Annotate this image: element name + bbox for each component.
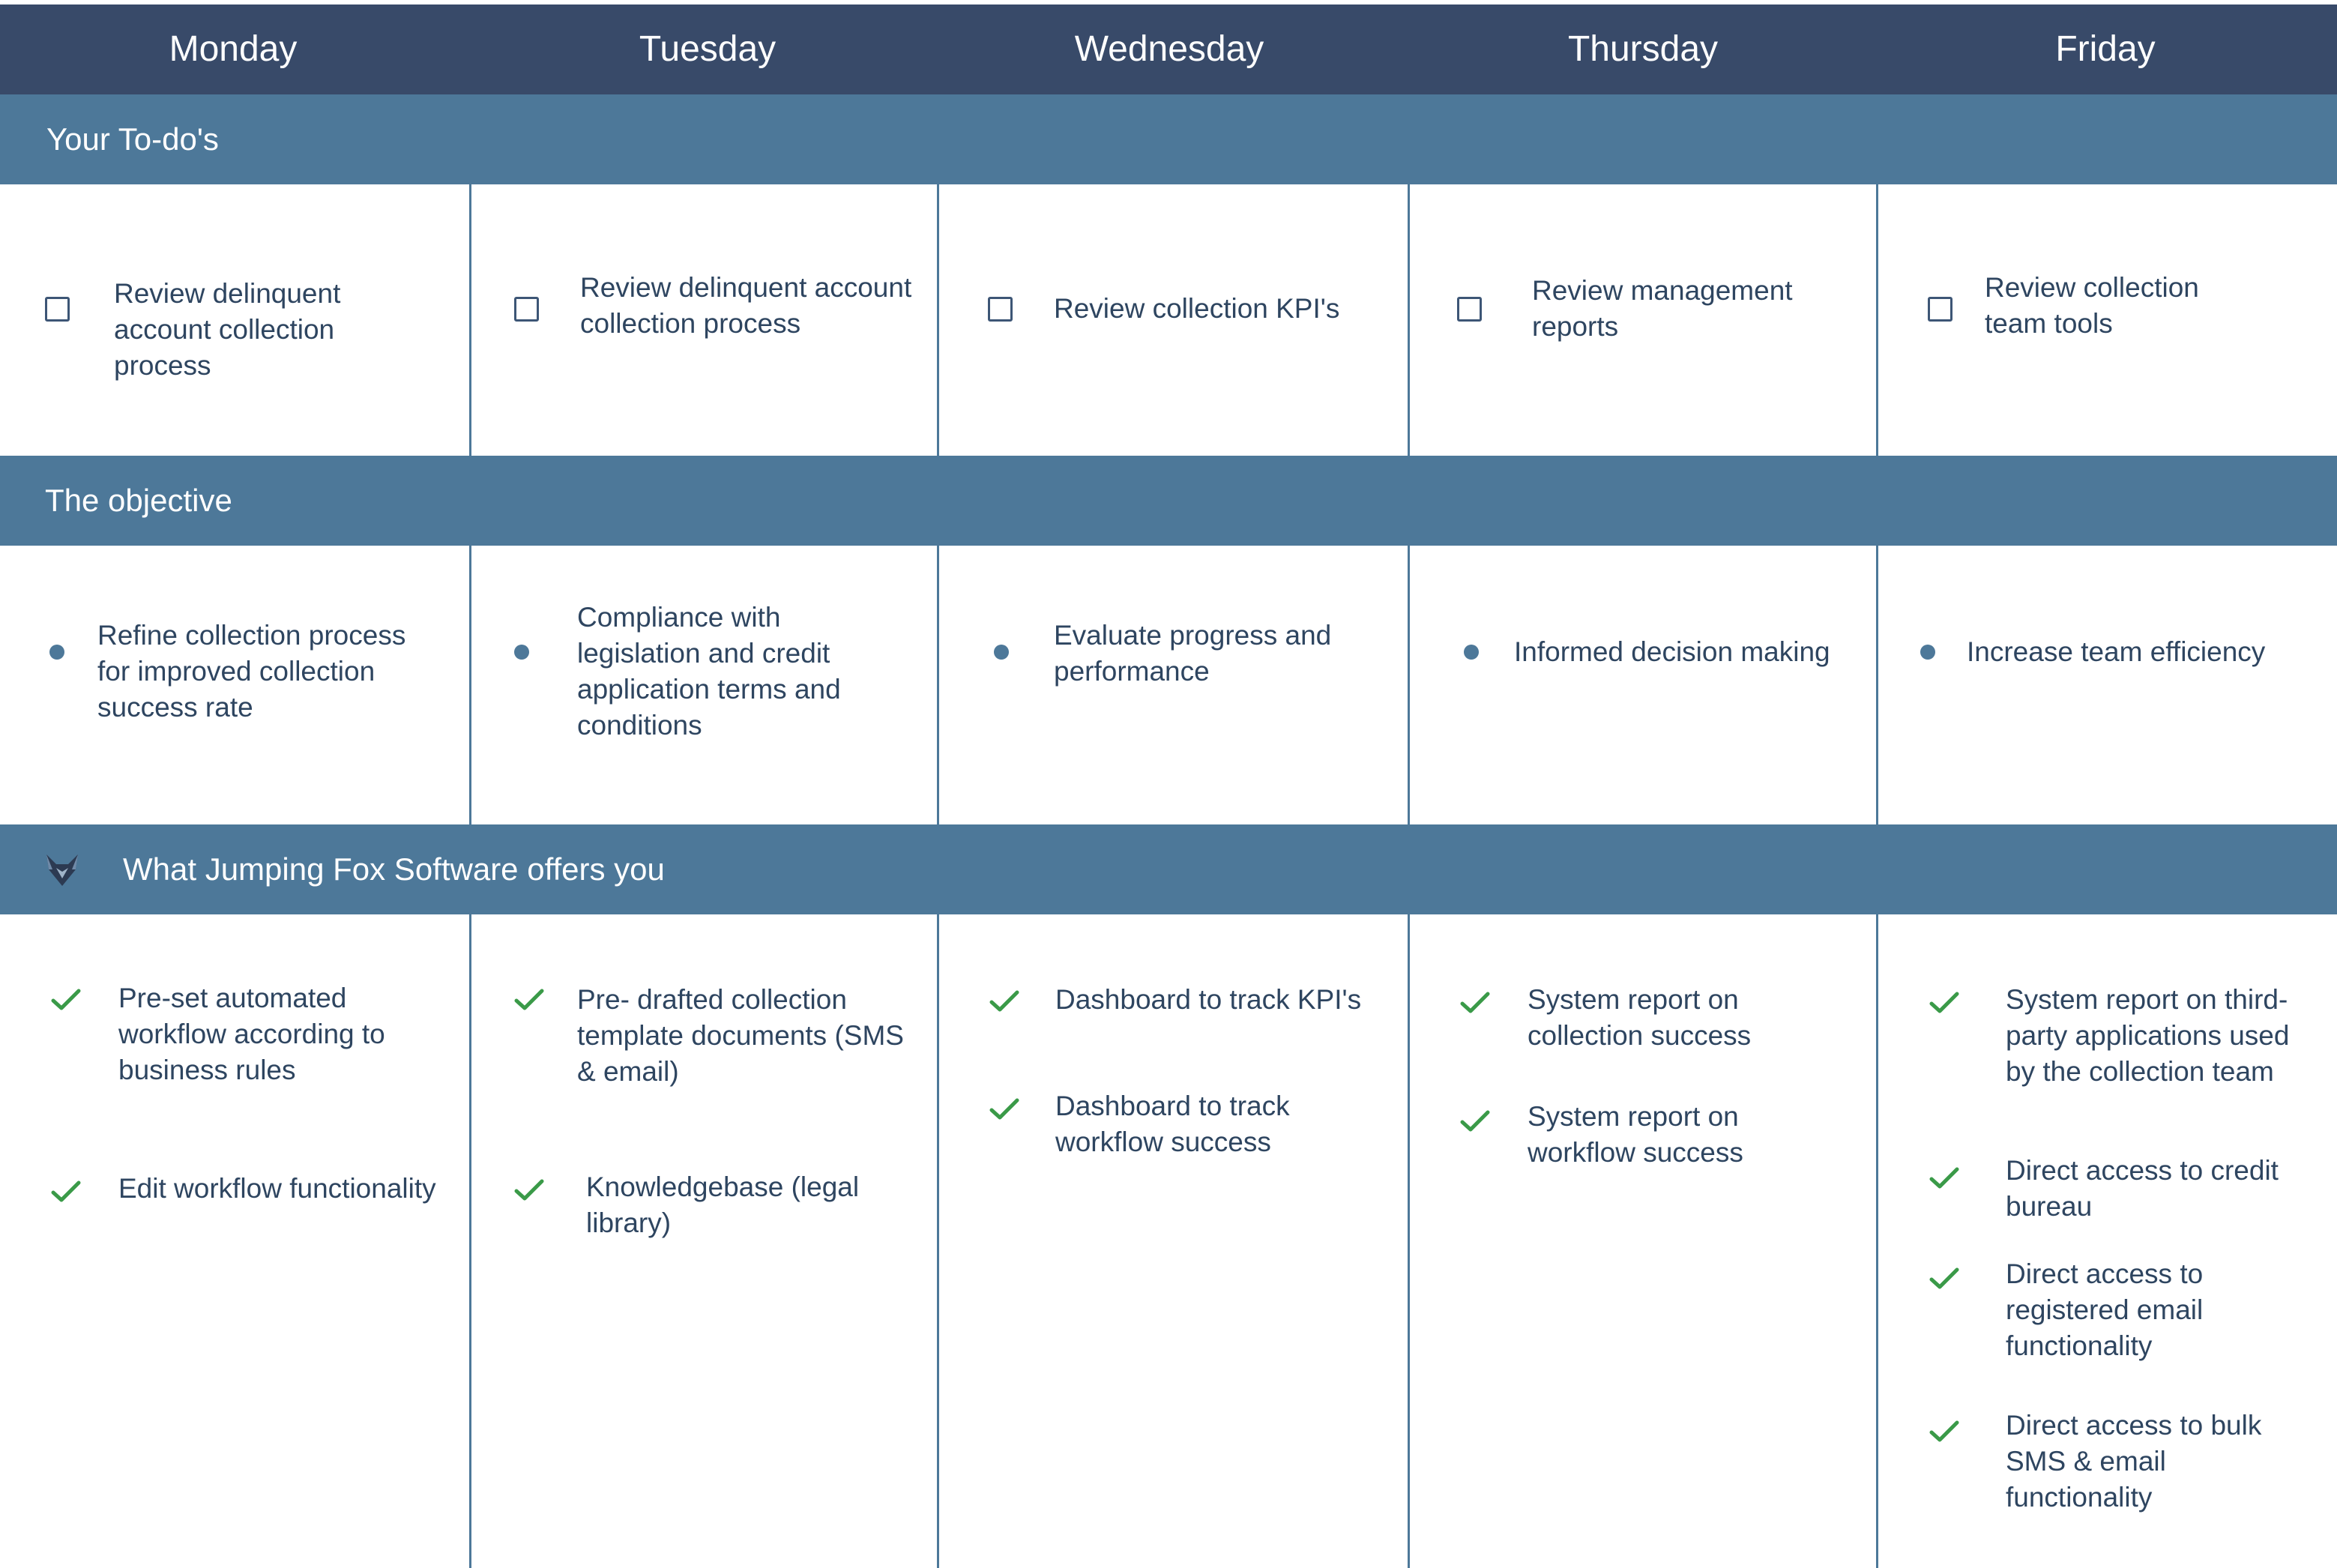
divider xyxy=(469,546,471,824)
bullet-icon xyxy=(1464,645,1479,660)
todo-checkbox-friday[interactable] xyxy=(1928,297,1952,322)
day-friday: Friday xyxy=(2055,29,2156,69)
objective-wednesday: Evaluate progress and performance xyxy=(1054,620,1332,687)
divider xyxy=(1408,914,1410,1568)
divider xyxy=(469,914,471,1568)
bullet-icon xyxy=(1920,645,1935,660)
offer-item: Dashboard to track workflow success xyxy=(1055,1091,1290,1157)
todo-tuesday: Review delinquent account collection pro… xyxy=(580,272,912,339)
todo-checkbox-thursday[interactable] xyxy=(1457,297,1482,322)
divider xyxy=(937,546,939,824)
section-title-offers: What Jumping Fox Software offers you xyxy=(123,851,665,887)
day-wednesday: Wednesday xyxy=(1074,29,1264,69)
checkmark-icon xyxy=(1460,992,1490,1013)
todo-thursday: Review management reports xyxy=(1532,275,1793,342)
checkmark-icon xyxy=(514,989,544,1010)
offer-item: Direct access to bulk SMS & email functi… xyxy=(2006,1410,2262,1513)
offer-item: Dashboard to track KPI's xyxy=(1055,984,1362,1015)
divider xyxy=(1876,914,1878,1568)
objective-monday: Refine collection process for improved c… xyxy=(97,620,406,723)
bullet-icon xyxy=(514,645,529,660)
offer-item: Knowledgebase (legal library) xyxy=(586,1172,860,1238)
checkmark-icon xyxy=(1929,1420,1959,1442)
offer-item: Direct access to registered email functi… xyxy=(2006,1258,2204,1361)
divider xyxy=(1408,184,1410,456)
divider xyxy=(937,184,939,456)
fox-logo-icon xyxy=(46,854,78,886)
section-title-objective: The objective xyxy=(45,483,232,518)
checkmark-icon xyxy=(1929,1167,1959,1189)
divider xyxy=(1876,184,1878,456)
section-title-todos: Your To-do's xyxy=(46,121,219,157)
todo-checkbox-tuesday[interactable] xyxy=(514,297,539,322)
todo-wednesday: Review collection KPI's xyxy=(1054,293,1340,324)
todo-checkbox-wednesday[interactable] xyxy=(988,297,1013,322)
offer-item: Pre-set automated workflow according to … xyxy=(118,983,385,1085)
divider xyxy=(469,184,471,456)
objective-friday: Increase team efficiency xyxy=(1967,636,2266,667)
offer-item: System report on third-party application… xyxy=(2006,984,2290,1087)
weekly-plan: Monday Tuesday Wednesday Thursday Friday… xyxy=(0,0,2337,1568)
bullet-icon xyxy=(49,645,64,660)
todo-checkbox-monday[interactable] xyxy=(45,297,70,322)
section-todos: Your To-do's xyxy=(0,94,2337,184)
checkmark-icon xyxy=(514,1179,544,1201)
offer-item: System report on collection success xyxy=(1528,984,1752,1051)
day-tuesday: Tuesday xyxy=(639,29,777,69)
section-offers: What Jumping Fox Software offers you xyxy=(0,824,2337,914)
day-header-bar: Monday Tuesday Wednesday Thursday Friday xyxy=(0,4,2337,94)
checkmark-icon xyxy=(1929,992,1959,1013)
checkmark-icon xyxy=(989,1098,1019,1120)
divider xyxy=(937,914,939,1568)
todo-monday: Review delinquent account collection pro… xyxy=(114,278,341,381)
objective-tuesday: Compliance with legislation and credit a… xyxy=(577,602,841,741)
objective-thursday: Informed decision making xyxy=(1514,636,1830,667)
checkmark-icon xyxy=(989,990,1019,1012)
day-monday: Monday xyxy=(169,29,298,69)
offer-item: Direct access to credit bureau xyxy=(2006,1155,2279,1222)
checkmark-icon xyxy=(1929,1267,1959,1289)
day-thursday: Thursday xyxy=(1567,29,1719,69)
bullet-icon xyxy=(994,645,1009,660)
divider xyxy=(1876,546,1878,824)
checkmark-icon xyxy=(51,989,81,1010)
divider xyxy=(1408,546,1410,824)
checkmark-icon xyxy=(51,1180,81,1202)
section-objective: The objective xyxy=(0,456,2337,546)
offer-item: Pre- drafted collection template documen… xyxy=(577,984,904,1087)
offer-item: Edit workflow functionality xyxy=(118,1173,436,1204)
checkmark-icon xyxy=(1460,1110,1490,1132)
offer-item: System report on workflow success xyxy=(1528,1101,1743,1168)
todo-friday: Review collection team tools xyxy=(1985,272,2199,339)
